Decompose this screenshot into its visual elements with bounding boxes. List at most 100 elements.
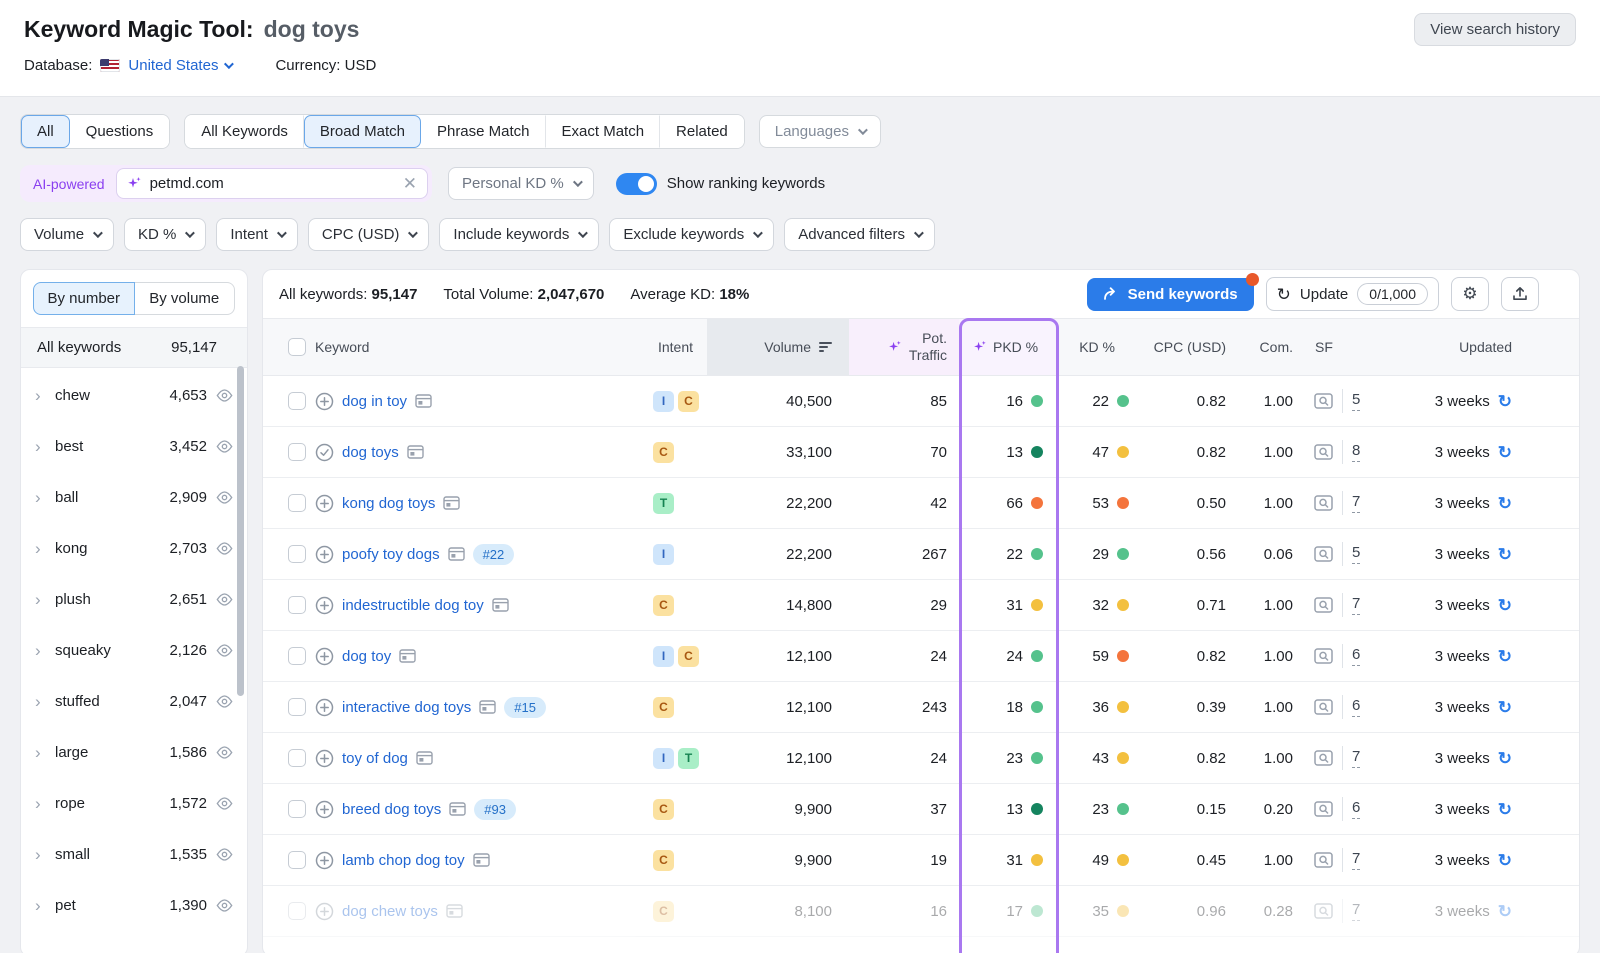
keyword-link[interactable]: dog in toy bbox=[342, 393, 407, 410]
group-row-ball[interactable]: ›ball2,909 bbox=[21, 472, 247, 523]
group-row-best[interactable]: ›best3,452 bbox=[21, 421, 247, 472]
column-header-pot-traffic[interactable]: Pot.Traffic bbox=[849, 319, 959, 375]
serp-preview-icon[interactable] bbox=[1314, 648, 1333, 664]
update-button[interactable]: ↻ Update 0/1,000 bbox=[1266, 277, 1439, 311]
refresh-icon[interactable]: ↻ bbox=[1498, 393, 1512, 410]
group-row-rope[interactable]: ›rope1,572 bbox=[21, 778, 247, 829]
position-badge[interactable]: #15 bbox=[504, 697, 546, 718]
serp-features-icon[interactable] bbox=[492, 598, 509, 612]
eye-icon[interactable] bbox=[216, 389, 233, 402]
add-to-list-icon[interactable] bbox=[315, 494, 334, 513]
serp-features-icon[interactable] bbox=[415, 394, 432, 408]
keyword-link[interactable]: indestructible dog toy bbox=[342, 597, 484, 614]
group-row-squeaky[interactable]: ›squeaky2,126 bbox=[21, 625, 247, 676]
serp-preview-icon[interactable] bbox=[1314, 750, 1333, 766]
export-button[interactable] bbox=[1501, 277, 1539, 311]
row-checkbox[interactable] bbox=[288, 800, 306, 818]
refresh-icon[interactable]: ↻ bbox=[1498, 495, 1512, 512]
table-settings-button[interactable]: ⚙ bbox=[1451, 277, 1489, 311]
search-input[interactable] bbox=[150, 175, 395, 192]
group-row-stuffed[interactable]: ›stuffed2,047 bbox=[21, 676, 247, 727]
serp-features-icon[interactable] bbox=[448, 547, 465, 561]
check-circle-icon[interactable] bbox=[315, 443, 334, 462]
column-header-com[interactable]: Com. bbox=[1240, 319, 1310, 375]
column-header-sf[interactable]: SF bbox=[1310, 319, 1390, 375]
row-checkbox[interactable] bbox=[288, 902, 306, 920]
sf-count-link[interactable]: 7 bbox=[1352, 595, 1360, 615]
serp-features-icon[interactable] bbox=[479, 700, 496, 714]
keyword-link[interactable]: breed dog toys bbox=[342, 801, 441, 818]
add-to-list-icon[interactable] bbox=[315, 392, 334, 411]
serp-features-icon[interactable] bbox=[443, 496, 460, 510]
refresh-icon[interactable]: ↻ bbox=[1498, 648, 1512, 665]
sf-count-link[interactable]: 6 bbox=[1352, 697, 1360, 717]
keyword-link[interactable]: poofy toy dogs bbox=[342, 546, 440, 563]
row-checkbox[interactable] bbox=[288, 647, 306, 665]
eye-icon[interactable] bbox=[216, 491, 233, 504]
sf-count-link[interactable]: 6 bbox=[1352, 799, 1360, 819]
serp-preview-icon[interactable] bbox=[1314, 546, 1333, 562]
keyword-link[interactable]: dog toy bbox=[342, 648, 391, 665]
eye-icon[interactable] bbox=[216, 695, 233, 708]
serp-features-icon[interactable] bbox=[416, 751, 433, 765]
show-ranking-keywords-toggle[interactable] bbox=[616, 173, 657, 195]
keyword-link[interactable]: lamb chop dog toy bbox=[342, 852, 465, 869]
serp-preview-icon[interactable] bbox=[1314, 903, 1333, 919]
column-header-updated[interactable]: Updated bbox=[1390, 319, 1520, 375]
tab-phrase-match[interactable]: Phrase Match bbox=[421, 115, 546, 148]
personal-kd-dropdown[interactable]: Personal KD % bbox=[448, 167, 594, 200]
sf-count-link[interactable]: 8 bbox=[1352, 442, 1360, 462]
filter-exclude-keywords[interactable]: Exclude keywords bbox=[609, 218, 774, 251]
serp-preview-icon[interactable] bbox=[1314, 852, 1333, 868]
position-badge[interactable]: #93 bbox=[474, 799, 516, 820]
group-row-kong[interactable]: ›kong2,703 bbox=[21, 523, 247, 574]
all-keywords-row[interactable]: All keywords 95,147 bbox=[21, 327, 247, 368]
group-row-plush[interactable]: ›plush2,651 bbox=[21, 574, 247, 625]
eye-icon[interactable] bbox=[216, 542, 233, 555]
column-header-pkd[interactable]: PKD % bbox=[959, 319, 1059, 375]
serp-features-icon[interactable] bbox=[407, 445, 424, 459]
keyword-link[interactable]: toy of dog bbox=[342, 750, 408, 767]
sf-count-link[interactable]: 5 bbox=[1352, 391, 1360, 411]
refresh-icon[interactable]: ↻ bbox=[1498, 750, 1512, 767]
view-search-history-button[interactable]: View search history bbox=[1414, 13, 1576, 46]
group-row-chew[interactable]: ›chew4,653 bbox=[21, 370, 247, 421]
eye-icon[interactable] bbox=[216, 899, 233, 912]
keyword-link[interactable]: dog chew toys bbox=[342, 903, 438, 920]
eye-icon[interactable] bbox=[216, 440, 233, 453]
column-header-intent[interactable]: Intent bbox=[645, 319, 707, 375]
tab-questions[interactable]: Questions bbox=[70, 115, 170, 148]
sf-count-link[interactable]: 6 bbox=[1352, 646, 1360, 666]
add-to-list-icon[interactable] bbox=[315, 545, 334, 564]
refresh-icon[interactable]: ↻ bbox=[1498, 546, 1512, 563]
filter-intent[interactable]: Intent bbox=[216, 218, 298, 251]
eye-icon[interactable] bbox=[216, 644, 233, 657]
add-to-list-icon[interactable] bbox=[315, 749, 334, 768]
sf-count-link[interactable]: 7 bbox=[1352, 493, 1360, 513]
sf-count-link[interactable]: 5 bbox=[1352, 544, 1360, 564]
group-row-large[interactable]: ›large1,586 bbox=[21, 727, 247, 778]
column-header-keyword[interactable]: Keyword bbox=[315, 319, 645, 375]
column-header-volume[interactable]: Volume bbox=[707, 319, 849, 375]
sf-count-link[interactable]: 7 bbox=[1352, 901, 1360, 921]
refresh-icon[interactable]: ↻ bbox=[1498, 597, 1512, 614]
serp-preview-icon[interactable] bbox=[1314, 699, 1333, 715]
row-checkbox[interactable] bbox=[288, 392, 306, 410]
languages-dropdown[interactable]: Languages bbox=[759, 115, 881, 148]
filter-volume[interactable]: Volume bbox=[20, 218, 114, 251]
send-keywords-button[interactable]: Send keywords bbox=[1087, 278, 1254, 311]
eye-icon[interactable] bbox=[216, 848, 233, 861]
refresh-icon[interactable]: ↻ bbox=[1498, 801, 1512, 818]
serp-preview-icon[interactable] bbox=[1314, 495, 1333, 511]
filter-advanced-filters[interactable]: Advanced filters bbox=[784, 218, 935, 251]
filter-kd[interactable]: KD % bbox=[124, 218, 206, 251]
row-checkbox[interactable] bbox=[288, 494, 306, 512]
refresh-icon[interactable]: ↻ bbox=[1498, 699, 1512, 716]
serp-preview-icon[interactable] bbox=[1314, 801, 1333, 817]
serp-features-icon[interactable] bbox=[449, 802, 466, 816]
eye-icon[interactable] bbox=[216, 797, 233, 810]
sf-count-link[interactable]: 7 bbox=[1352, 850, 1360, 870]
add-to-list-icon[interactable] bbox=[315, 596, 334, 615]
sidebar-tab-by-number[interactable]: By number bbox=[33, 282, 135, 315]
sidebar-tab-by-volume[interactable]: By volume bbox=[135, 282, 236, 315]
